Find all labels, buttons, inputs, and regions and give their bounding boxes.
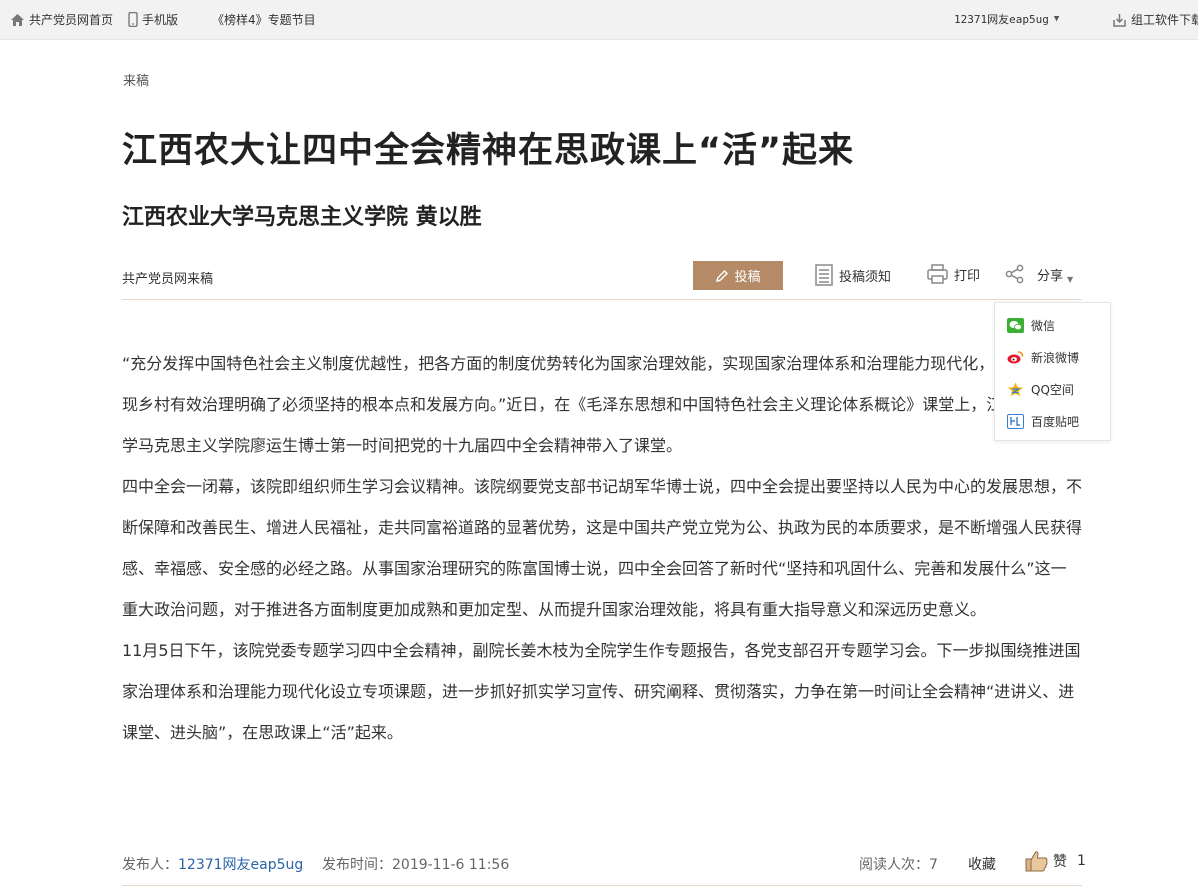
submit-article-button[interactable]: 投稿 [693,261,783,290]
mobile-link[interactable]: 手机版 [128,11,178,28]
article-author: 江西农业大学马克思主义学院 黄以胜 [122,205,482,230]
weibo-icon [1007,350,1024,365]
home-link[interactable]: 共产党员网首页 [10,11,113,28]
like-label: 赞 [1053,854,1067,870]
share-label: 分享 [1037,268,1064,284]
article-footer: 发布人：12371网友eap5ug 发布时间：2019-11-6 11:56 阅… [122,848,1086,886]
breadcrumb[interactable]: 来稿 [123,70,149,89]
user-name: 12371网友eap5ug [954,13,1049,26]
article-paragraph: 四中全会一闭幕，该院即组织师生学习会议精神。该院纲要党支部书记胡军华博士说，四中… [122,477,1083,619]
program-link-label: 《榜样4》专题节目 [212,13,316,27]
pencil-icon [716,269,729,282]
program-link[interactable]: 《榜样4》专题节目 [212,11,316,28]
publish-time: 发布时间：2019-11-6 11:56 [322,857,510,873]
share-weibo-label: 新浪微博 [1031,351,1080,365]
article-source: 共产党员网来稿 [122,272,214,287]
article-toolbar: 共产党员网来稿 投稿 投稿须知 打印 分享 ▼ [122,261,1082,300]
top-bar: 共产党员网首页 手机版 《榜样4》专题节目 12371网友eap5ug ▼ 组工… [0,0,1198,40]
share-tieba[interactable]: 百度贴吧 [1007,413,1079,430]
home-link-label: 共产党员网首页 [29,13,114,27]
submit-article-label: 投稿 [734,269,761,284]
share-weibo[interactable]: 新浪微博 [1007,349,1079,366]
article-paragraph: “充分发挥中国特色社会主义制度优越性，把各方面的制度优势转化为国家治理效能，实现… [122,354,1075,455]
publisher-label: 发布人： [122,857,178,873]
share-icon [1005,264,1024,284]
favorite-button[interactable]: 收藏 [968,854,996,874]
submission-notice-label: 投稿须知 [839,269,892,285]
download-link[interactable]: 组工软件下载 [1112,11,1198,28]
document-list-icon [815,264,833,286]
thumbs-up-icon [1025,851,1048,872]
publisher-info: 发布人：12371网友eap5ug [122,854,303,874]
share-wechat[interactable]: 微信 [1007,317,1055,334]
submission-notice-link[interactable]: 投稿须知 [815,264,891,286]
share-tieba-label: 百度贴吧 [1031,415,1080,429]
qzone-icon [1007,382,1024,397]
wechat-icon [1007,318,1024,333]
tieba-icon [1007,414,1024,429]
print-button[interactable]: 打印 [927,264,980,284]
like-count: 1 [1077,853,1086,869]
download-icon [1113,13,1126,27]
print-label: 打印 [954,268,981,284]
article-body: “充分发挥中国特色社会主义制度优越性，把各方面的制度优势转化为国家治理效能，实现… [122,343,1082,753]
share-button[interactable]: 分享 ▼ [1005,264,1073,284]
page-title: 江西农大让四中全会精神在思政课上“活”起来 [122,131,855,171]
home-icon [11,13,24,26]
share-wechat-label: 微信 [1031,319,1056,333]
share-dropdown: 微信 新浪微博 QQ空间 百度贴吧 [994,302,1111,441]
caret-down-icon: ▼ [1067,274,1074,284]
like-button[interactable]: 赞 1 [1025,850,1086,872]
share-qzone[interactable]: QQ空间 [1007,381,1074,398]
mobile-link-label: 手机版 [142,13,179,27]
caret-down-icon: ▼ [1053,14,1060,24]
download-link-label: 组工软件下载 [1131,13,1198,27]
read-count: 阅读人次：7 [859,857,938,873]
share-qzone-label: QQ空间 [1031,383,1074,397]
article-paragraph: 11月5日下午，该院党委专题学习四中全会精神，副院长姜木枝为全院学生作专题报告，… [122,641,1081,742]
printer-icon [927,264,948,284]
user-menu[interactable]: 12371网友eap5ug ▼ [954,11,1059,27]
publisher-link[interactable]: 12371网友eap5ug [178,857,303,873]
mobile-icon [128,12,138,27]
